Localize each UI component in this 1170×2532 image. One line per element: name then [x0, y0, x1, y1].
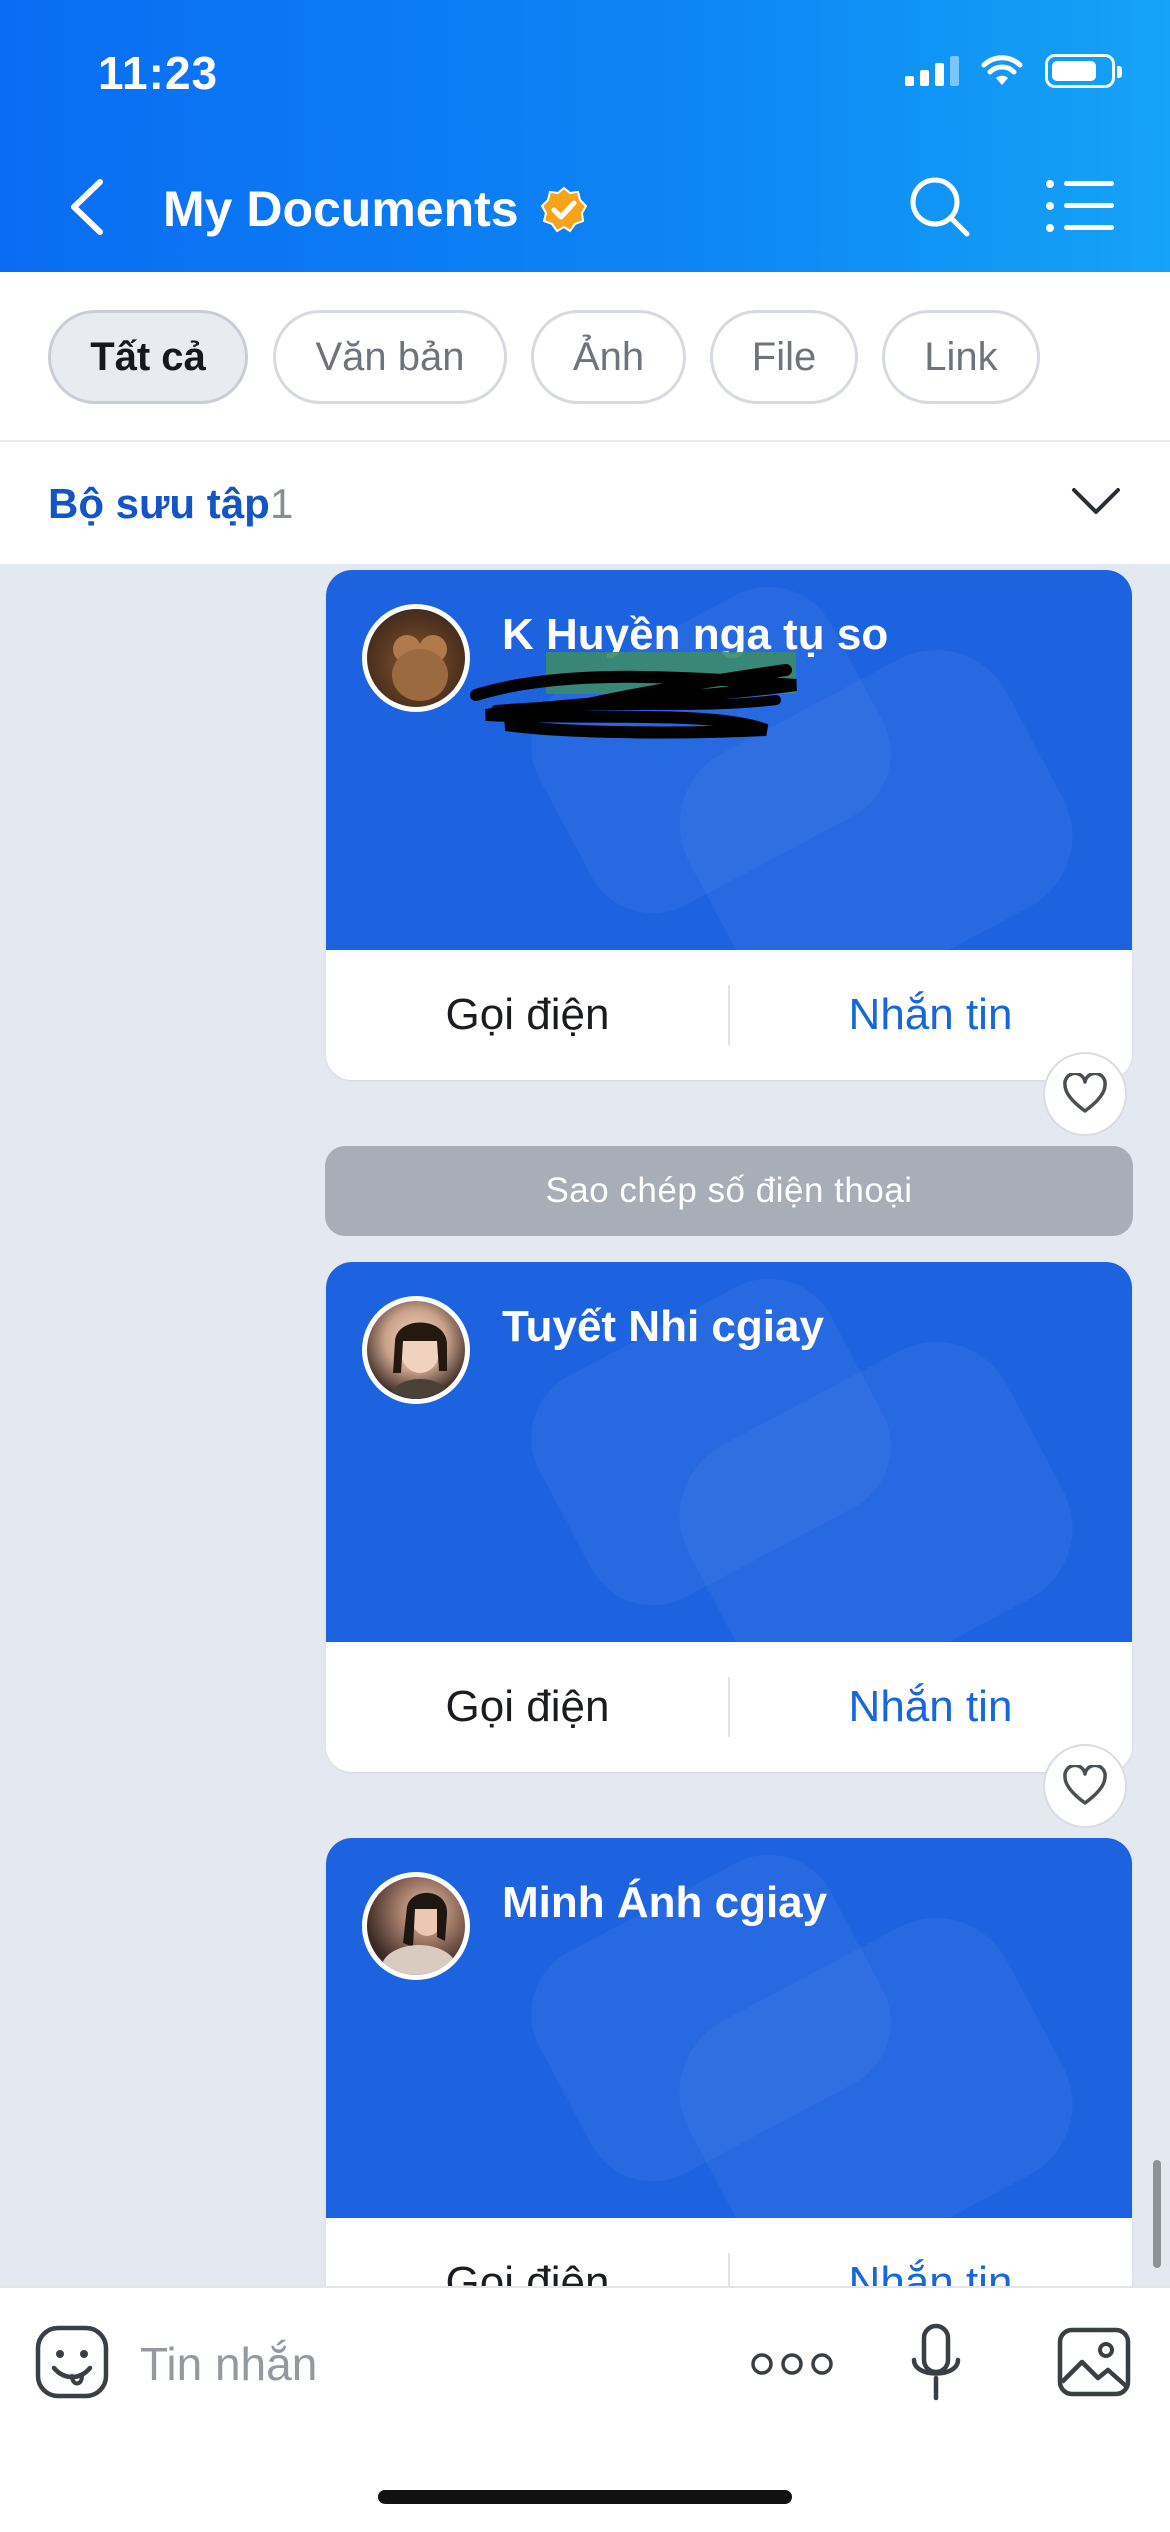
divider	[728, 1677, 730, 1737]
card-actions: Gọi điện Nhắn tin	[326, 950, 1132, 1080]
contact-card[interactable]: Minh Ánh cgiay Gọi điện Nhắn tin	[326, 1838, 1132, 2348]
collection-bar[interactable]: Bộ sưu tập 1	[0, 442, 1170, 564]
card-actions: Gọi điện Nhắn tin	[326, 1642, 1132, 1772]
list-menu-icon[interactable]	[1044, 176, 1116, 236]
sticker-icon[interactable]	[34, 2324, 110, 2400]
cellular-signal-icon	[905, 56, 959, 86]
search-icon[interactable]	[905, 172, 975, 242]
message-input[interactable]	[140, 2324, 700, 2404]
contact-name: Tuyết Nhi cgiay	[502, 1302, 824, 1351]
avatar[interactable]	[362, 604, 470, 712]
filter-chip-file[interactable]: File	[710, 310, 858, 404]
scrollbar[interactable]	[1153, 2160, 1161, 2268]
app-header: 11:23 My Documents	[0, 0, 1170, 272]
scribble-redaction	[470, 652, 797, 739]
message-composer	[0, 2286, 1170, 2532]
filter-chip-text[interactable]: Văn bản	[273, 310, 507, 404]
avatar[interactable]	[362, 1872, 470, 1980]
heart-icon[interactable]	[1043, 1744, 1127, 1828]
home-indicator	[378, 2490, 792, 2504]
filter-chip-link[interactable]: Link	[882, 310, 1040, 404]
page-title: My Documents	[163, 181, 519, 237]
contact-card-header: Minh Ánh cgiay	[326, 1838, 1132, 2218]
contact-card[interactable]: Tuyết Nhi cgiay Gọi điện Nhắn tin	[326, 1262, 1132, 1772]
more-options-icon[interactable]	[750, 2348, 834, 2380]
status-time: 11:23	[98, 47, 219, 99]
filter-chip-image[interactable]: Ảnh	[531, 310, 686, 404]
microphone-icon[interactable]	[906, 2322, 966, 2406]
contact-card-header: K Huyền nga tụ so	[326, 570, 1132, 950]
heart-icon[interactable]	[1043, 1052, 1127, 1136]
collection-count: 1	[270, 480, 294, 527]
divider	[728, 985, 730, 1045]
verified-badge-icon	[540, 186, 588, 233]
filter-chip-all[interactable]: Tất cả	[48, 310, 248, 404]
status-icons	[905, 54, 1122, 88]
contact-card[interactable]: K Huyền nga tụ so Gọi điện Nhắn tin	[326, 570, 1132, 1080]
battery-icon	[1045, 54, 1122, 88]
copy-phone-button[interactable]: Sao chép số điện thoại	[325, 1146, 1133, 1236]
call-button[interactable]: Gọi điện	[326, 1642, 729, 1772]
avatar[interactable]	[362, 1296, 470, 1404]
contact-name: Minh Ánh cgiay	[502, 1878, 828, 1927]
collection-label: Bộ sưu tập	[48, 480, 270, 527]
chevron-down-icon[interactable]	[1070, 484, 1122, 518]
photo-icon[interactable]	[1056, 2326, 1132, 2398]
back-chevron-icon[interactable]	[58, 172, 118, 242]
contact-card-header: Tuyết Nhi cgiay	[326, 1262, 1132, 1642]
filter-bar: Tất cả Văn bản Ảnh File Link	[0, 272, 1170, 442]
call-button[interactable]: Gọi điện	[326, 950, 729, 1080]
wifi-icon	[981, 55, 1023, 85]
